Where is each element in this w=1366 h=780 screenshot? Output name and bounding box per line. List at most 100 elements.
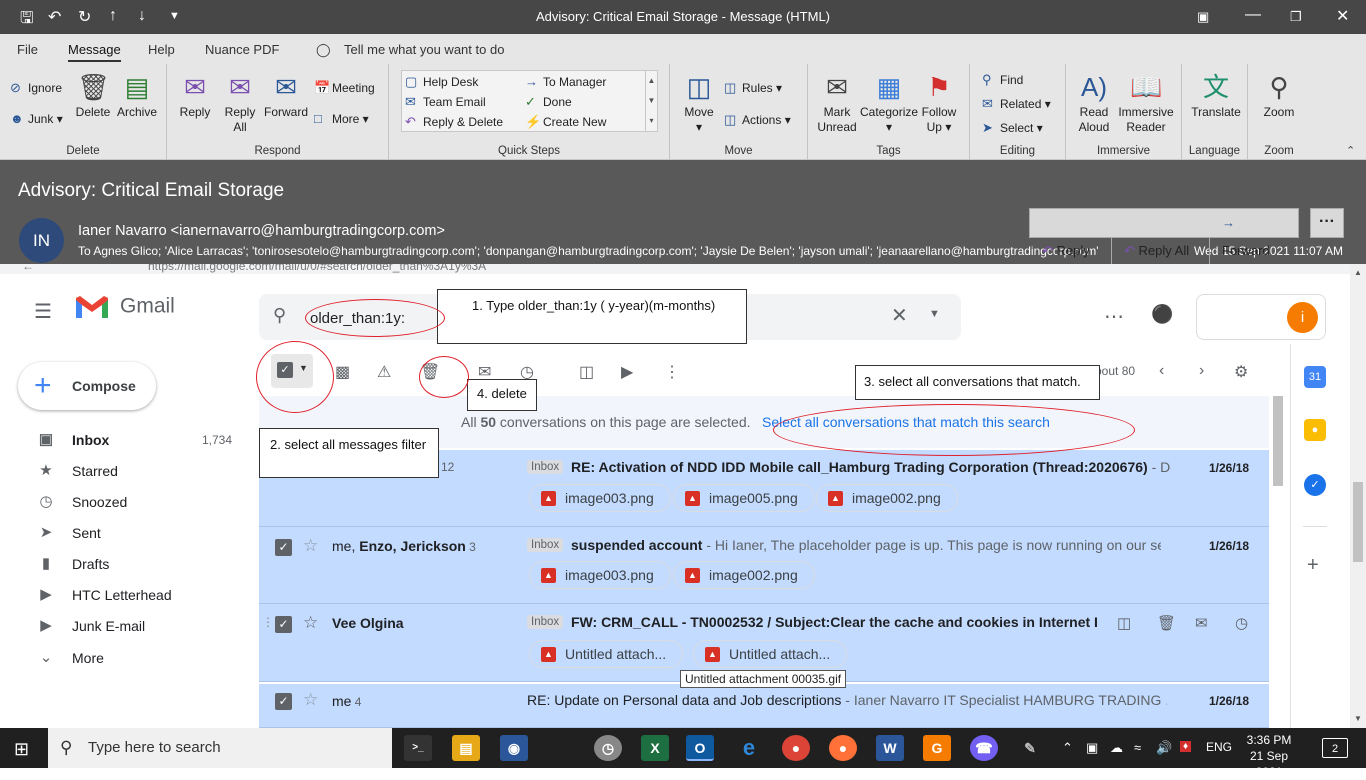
chrome-icon[interactable]: ● [782,735,810,761]
notifications-badge[interactable]: 2 [1322,738,1348,758]
delete-button[interactable]: 🗑 Delete [73,72,113,120]
tell-me-search[interactable]: Tell me what you want to do [344,42,504,57]
select-button[interactable]: ➤ Select ▾ [982,120,1043,136]
immersive-reader-button[interactable]: 📖 Immersive Reader [1116,72,1176,135]
minimize-icon[interactable]: — [1245,6,1261,24]
reply-all-button[interactable]: ✉ Reply All [221,72,259,135]
junk-button[interactable]: ☻ Junk ▾ [10,111,63,126]
translate-button[interactable]: 文 Translate [1188,72,1244,120]
actions-button[interactable]: ◫ Actions ▾ [724,112,791,128]
tray-antivirus-icon[interactable]: ♦ [1180,741,1192,752]
system-clock[interactable]: 3:36 PM 21 Sep 2021 [1236,732,1302,780]
calendar-icon[interactable]: 31 [1304,366,1326,388]
table-row[interactable]: ✓ ☆ me 4 RE: Update on Personal data and… [259,684,1269,728]
ribbon-display-icon[interactable]: ▣ [1197,9,1209,25]
meeting-button[interactable]: 📅 Meeting [314,80,375,96]
star-icon[interactable]: ☆ [303,690,318,710]
keep-icon[interactable]: ● [1304,419,1326,441]
terminal-app-icon[interactable]: >_ [404,735,432,761]
search-options-icon[interactable]: ▼ [929,308,940,320]
tab-message[interactable]: Message [68,42,121,62]
reply-button[interactable]: ✉ Reply [177,72,213,120]
zoom-button[interactable]: ⚲ Zoom [1260,72,1298,120]
move-button[interactable]: ◫ Move ▾ [682,72,716,135]
reply-button[interactable]: ↶ Reply [1030,237,1112,265]
tab-nuance-pdf[interactable]: Nuance PDF [205,42,279,57]
related-button[interactable]: ✉ Related ▾ [982,96,1051,112]
attachment-chip[interactable]: ▲ image003.png [529,484,671,512]
tab-file[interactable]: File [17,42,38,57]
attachment-chip[interactable]: ▲ image003.png [529,561,671,589]
read-aloud-button[interactable]: A) Read Aloud [1074,72,1114,135]
archive-button[interactable]: ▤ Archive [114,72,160,120]
language-indicator[interactable]: ENG [1206,740,1232,754]
scrollbar[interactable]: ▲ ▼ [1350,264,1366,728]
more-vert-icon[interactable]: ⋮ [664,362,680,382]
attachment-chip[interactable]: ▲ Untitled attach... [529,640,684,668]
report-spam-icon[interactable]: ⚠ [377,362,391,382]
restore-icon[interactable]: ❐ [1290,9,1302,25]
quick-step-create-new[interactable]: ⚡ Create New [525,114,606,130]
excel-icon[interactable]: X [641,735,669,761]
snooze-icon[interactable]: ◷ [1235,614,1248,632]
ignore-button[interactable]: ⊘ Ignore [10,80,62,96]
network-app-icon[interactable]: ◉ [500,735,528,761]
archive-icon[interactable]: ▩ [335,362,350,382]
firefox-icon[interactable]: ● [829,735,857,761]
word-icon[interactable]: W [876,735,904,761]
account-avatar[interactable]: i [1287,302,1318,333]
sidebar-item-more[interactable]: ⌄ More [0,644,258,672]
viber-icon[interactable]: ☎ [970,735,998,761]
attachment-chip[interactable]: ▲ Untitled attach... [693,640,848,668]
more-respond-button[interactable]: □ More ▾ [314,111,369,126]
quick-step-to-manager[interactable]: → To Manager [525,74,606,89]
tray-expand-icon[interactable]: ⌃ [1062,740,1073,756]
prev-page-icon[interactable]: ‹ [1159,362,1164,380]
apps-grid-icon[interactable]: ⋯ [1104,304,1124,329]
row-checkbox[interactable]: ✓ [275,539,292,556]
follow-up-button[interactable]: ⚑ Follow Up ▾ [920,72,958,135]
quick-step-help-desk[interactable]: ▢ Help Desk [405,74,478,90]
url-text[interactable]: https://mail.google.com/mail/u/0/#search… [148,264,486,273]
clock-app-icon[interactable]: ◷ [594,735,622,761]
outlook-icon[interactable]: O [686,735,714,761]
attachment-chip[interactable]: ▲ image005.png [673,484,815,512]
quick-steps-scroll[interactable]: ▲ ▼ ▾ [645,70,658,132]
notifications-icon[interactable]: ⚫ [1151,304,1173,325]
internet-explorer-icon[interactable]: e [735,735,763,761]
scroll-down-icon[interactable]: ▼ [1354,714,1362,723]
wifi-icon[interactable]: ≈ [1134,740,1141,755]
sidebar-item-htc-letterhead[interactable]: ▶ HTC Letterhead [0,581,258,609]
more-actions-button[interactable]: ··· [1310,208,1344,238]
star-icon[interactable]: ☆ [303,613,318,633]
pdf-app-icon[interactable]: G [923,735,951,761]
back-icon[interactable]: ← [22,264,34,273]
label-icon[interactable]: ▶ [621,362,633,382]
delete-icon[interactable]: 🗑 [1157,614,1176,632]
sidebar-item-sent[interactable]: ➤ Sent [0,519,258,547]
reply-all-button[interactable]: ↶ Reply All [1112,237,1210,265]
add-addon-icon[interactable]: + [1307,554,1319,577]
quick-step-reply-delete[interactable]: ↶ Reply & Delete [405,114,503,130]
scroll-up-icon[interactable]: ▲ [1354,268,1362,277]
taskbar-search[interactable]: ⚲ Type here to search [48,728,392,768]
account-box[interactable]: i [1196,294,1326,340]
collapse-ribbon-icon[interactable]: ⌃ [1346,144,1355,157]
windows-start-icon[interactable]: ⊞ [14,739,29,760]
rules-button[interactable]: ◫ Rules ▾ [724,80,782,96]
mark-read-icon[interactable]: ✉ [1195,614,1208,632]
find-button[interactable]: ⚲ Find [982,72,1023,88]
forward-button[interactable]: ✉ Forward [263,72,309,120]
forward-button[interactable]: → Forward [1210,209,1298,258]
move-to-inbox-icon[interactable]: ◫ [579,362,594,382]
file-explorer-icon[interactable]: ▤ [452,735,480,761]
volume-icon[interactable]: 🔊 [1156,740,1172,756]
sidebar-item-snoozed[interactable]: ◷ Snoozed [0,488,258,516]
search-icon[interactable]: ⚲ [273,305,286,326]
star-icon[interactable]: ☆ [303,536,318,556]
settings-gear-icon[interactable]: ⚙ [1234,362,1248,382]
close-icon[interactable]: ✕ [1336,6,1349,26]
sender[interactable]: Ianer Navarro <ianernavarro@hamburgtradi… [78,223,445,239]
table-row[interactable]: ✓ ☆ me, Enzo, Jerickson 3 Inbox suspende… [259,527,1269,604]
next-page-icon[interactable]: › [1199,362,1204,380]
